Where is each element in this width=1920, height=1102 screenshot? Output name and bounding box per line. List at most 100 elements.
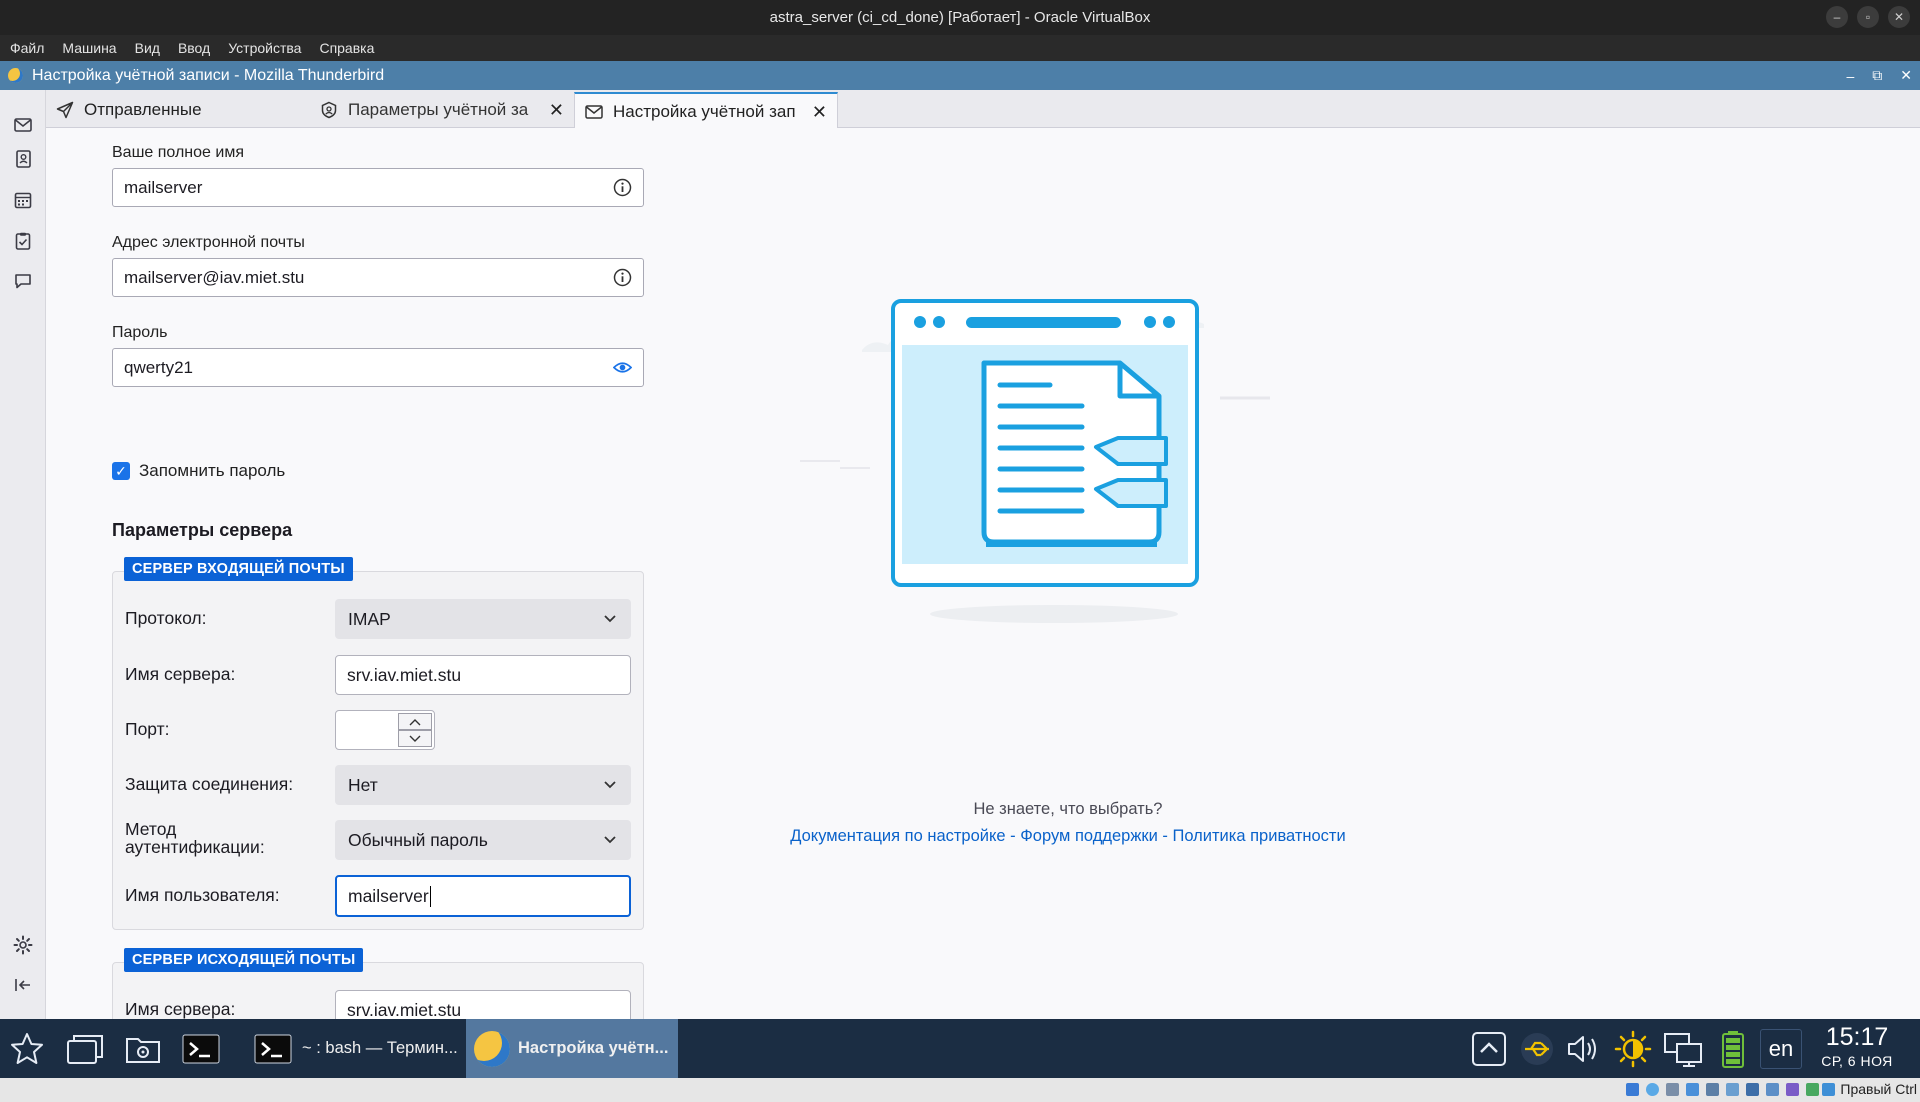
chat-icon[interactable]	[10, 268, 36, 294]
show-hidden-icons-icon[interactable]	[1468, 1028, 1510, 1070]
network-adapter-icon[interactable]	[1686, 1083, 1699, 1096]
info-icon[interactable]	[613, 268, 632, 287]
battery-icon[interactable]	[1712, 1028, 1754, 1070]
remember-password-checkbox[interactable]: ✓	[112, 462, 130, 480]
cpu-icon[interactable]	[1786, 1083, 1799, 1096]
auth-method-value: Обычный пароль	[348, 829, 488, 850]
protocol-value: IMAP	[348, 608, 391, 629]
username-input[interactable]: mailserver	[335, 875, 631, 917]
restore-icon[interactable]: ⧉	[1872, 67, 1882, 84]
minimize-icon[interactable]: –	[1846, 68, 1854, 84]
fullname-input[interactable]: mailserver	[112, 168, 644, 207]
auth-method-select[interactable]: Обычный пароль	[335, 820, 631, 860]
optical-drive-icon[interactable]	[1646, 1083, 1659, 1096]
close-icon[interactable]: ✕	[1900, 67, 1912, 84]
connection-security-select[interactable]: Нет	[335, 765, 631, 805]
shared-folders-icon[interactable]	[1726, 1083, 1739, 1096]
vbox-titlebar: astra_server (ci_cd_done) [Работает] - O…	[0, 0, 1920, 35]
link-separator: -	[1157, 827, 1173, 845]
vbox-window-title: astra_server (ci_cd_done) [Работает] - O…	[769, 9, 1151, 26]
tab-close-icon[interactable]: ✕	[549, 100, 564, 121]
outgoing-hostname-label: Имя сервера:	[125, 999, 236, 1019]
tab-sent[interactable]: Отправленные	[46, 92, 310, 128]
mouse-integration-icon[interactable]	[1806, 1083, 1819, 1096]
outgoing-server-legend: СЕРВЕР ИСХОДЯЩЕЙ ПОЧТЫ	[124, 948, 364, 972]
window-switcher-icon[interactable]	[64, 1028, 106, 1070]
email-label: Адрес электронной почты	[112, 234, 305, 251]
recording-icon[interactable]	[1766, 1083, 1779, 1096]
taskbar-thunderbird-task[interactable]: Настройка учётн...	[466, 1019, 678, 1078]
port-stepper[interactable]	[335, 710, 435, 750]
auth-method-label: Метод аутентификации:	[125, 820, 265, 856]
connection-security-label: Защита соединения:	[125, 774, 294, 794]
display-icon[interactable]	[1746, 1083, 1759, 1096]
keyboard-capture-icon[interactable]	[1822, 1083, 1835, 1096]
vbox-statusbar: Правый Ctrl	[0, 1078, 1920, 1102]
fullname-value: mailserver	[124, 177, 203, 197]
menu-file[interactable]: Файл	[10, 40, 44, 56]
account-setup-icon	[585, 104, 605, 120]
address-book-icon[interactable]	[10, 146, 36, 172]
menu-help[interactable]: Справка	[319, 40, 374, 56]
hard-disk-icon[interactable]	[1626, 1083, 1639, 1096]
username-label: Имя пользователя:	[125, 885, 280, 905]
collapse-sidebar-icon[interactable]	[10, 972, 36, 998]
outgoing-hostname-value: srv.iav.miet.stu	[347, 999, 462, 1020]
chevron-down-icon	[409, 735, 421, 742]
protocol-select[interactable]: IMAP	[335, 599, 631, 639]
settings-gear-icon[interactable]	[10, 932, 36, 958]
chevron-down-icon	[604, 615, 616, 623]
menu-input[interactable]: Ввод	[178, 40, 210, 56]
file-manager-icon[interactable]	[122, 1028, 164, 1070]
guest-screen: Настройка учётной записи - Mozilla Thund…	[0, 61, 1920, 1078]
usb-icon[interactable]	[1706, 1083, 1719, 1096]
tab-close-icon[interactable]: ✕	[812, 102, 827, 123]
thunderbird-logo-icon	[8, 68, 23, 83]
vbox-maximize-button[interactable]: ▫	[1857, 6, 1879, 28]
menu-view[interactable]: Вид	[135, 40, 160, 56]
tasks-icon[interactable]	[10, 228, 36, 254]
email-input[interactable]: mailserver@iav.miet.stu	[112, 258, 644, 297]
password-input[interactable]: qwerty21	[112, 348, 644, 387]
brightness-icon[interactable]	[1612, 1028, 1654, 1070]
tab-account-settings[interactable]: Параметры учётной за ✕	[310, 92, 574, 128]
remember-password-label: Запомнить пароль	[139, 461, 286, 480]
taskbar-terminal-task[interactable]: ~ : bash — Термин...	[244, 1019, 464, 1078]
audio-icon[interactable]	[1666, 1083, 1679, 1096]
volume-icon[interactable]	[1562, 1028, 1604, 1070]
privacy-policy-link[interactable]: Политика приватности	[1172, 827, 1345, 845]
port-increment-button[interactable]	[398, 713, 432, 730]
show-password-eye-icon[interactable]	[613, 358, 632, 377]
info-icon[interactable]	[613, 178, 632, 197]
network-icon[interactable]	[1662, 1028, 1704, 1070]
terminal-launcher-icon[interactable]	[180, 1028, 222, 1070]
thunderbird-icon	[474, 1030, 510, 1067]
username-value: mailserver	[348, 885, 429, 906]
terminal-icon	[254, 1034, 292, 1063]
clock[interactable]: 15:17 СР, 6 НОЯ	[1812, 1023, 1902, 1070]
password-value: qwerty21	[124, 357, 193, 377]
tab-bar: Отправленные Параметры учётной за ✕ Наст…	[46, 90, 1920, 129]
tab-account-setup[interactable]: Настройка учётной зап ✕	[574, 92, 838, 129]
vbox-minimize-button[interactable]: –	[1826, 6, 1848, 28]
support-forum-link[interactable]: Форум поддержки	[1020, 827, 1158, 845]
vbox-close-button[interactable]: ✕	[1888, 6, 1910, 28]
thunderbird-titlebar: Настройка учётной записи - Mozilla Thund…	[0, 61, 1920, 90]
keyboard-layout-indicator[interactable]: en	[1760, 1029, 1802, 1069]
menu-machine[interactable]: Машина	[62, 40, 116, 56]
incoming-hostname-label: Имя сервера:	[125, 664, 236, 684]
start-menu-star-icon[interactable]	[6, 1028, 48, 1070]
usb-devices-icon[interactable]	[1516, 1028, 1558, 1070]
tab-account-settings-label: Параметры учётной за	[348, 100, 529, 119]
docs-link[interactable]: Документация по настройке	[790, 827, 1005, 845]
incoming-hostname-input[interactable]: srv.iav.miet.stu	[335, 655, 631, 695]
incoming-server-legend: СЕРВЕР ВХОДЯЩЕЙ ПОЧТЫ	[124, 557, 353, 581]
menu-devices[interactable]: Устройства	[228, 40, 301, 56]
account-setup-page: Ваше полное имя mailserver Адрес электро…	[46, 128, 1920, 1052]
calendar-icon[interactable]	[10, 187, 36, 213]
taskbar-terminal-label: ~ : bash — Термин...	[302, 1039, 458, 1057]
port-decrement-button[interactable]	[398, 730, 432, 747]
taskbar-thunderbird-label: Настройка учётн...	[518, 1039, 669, 1057]
mail-icon[interactable]	[10, 112, 36, 138]
connection-security-value: Нет	[348, 774, 378, 795]
